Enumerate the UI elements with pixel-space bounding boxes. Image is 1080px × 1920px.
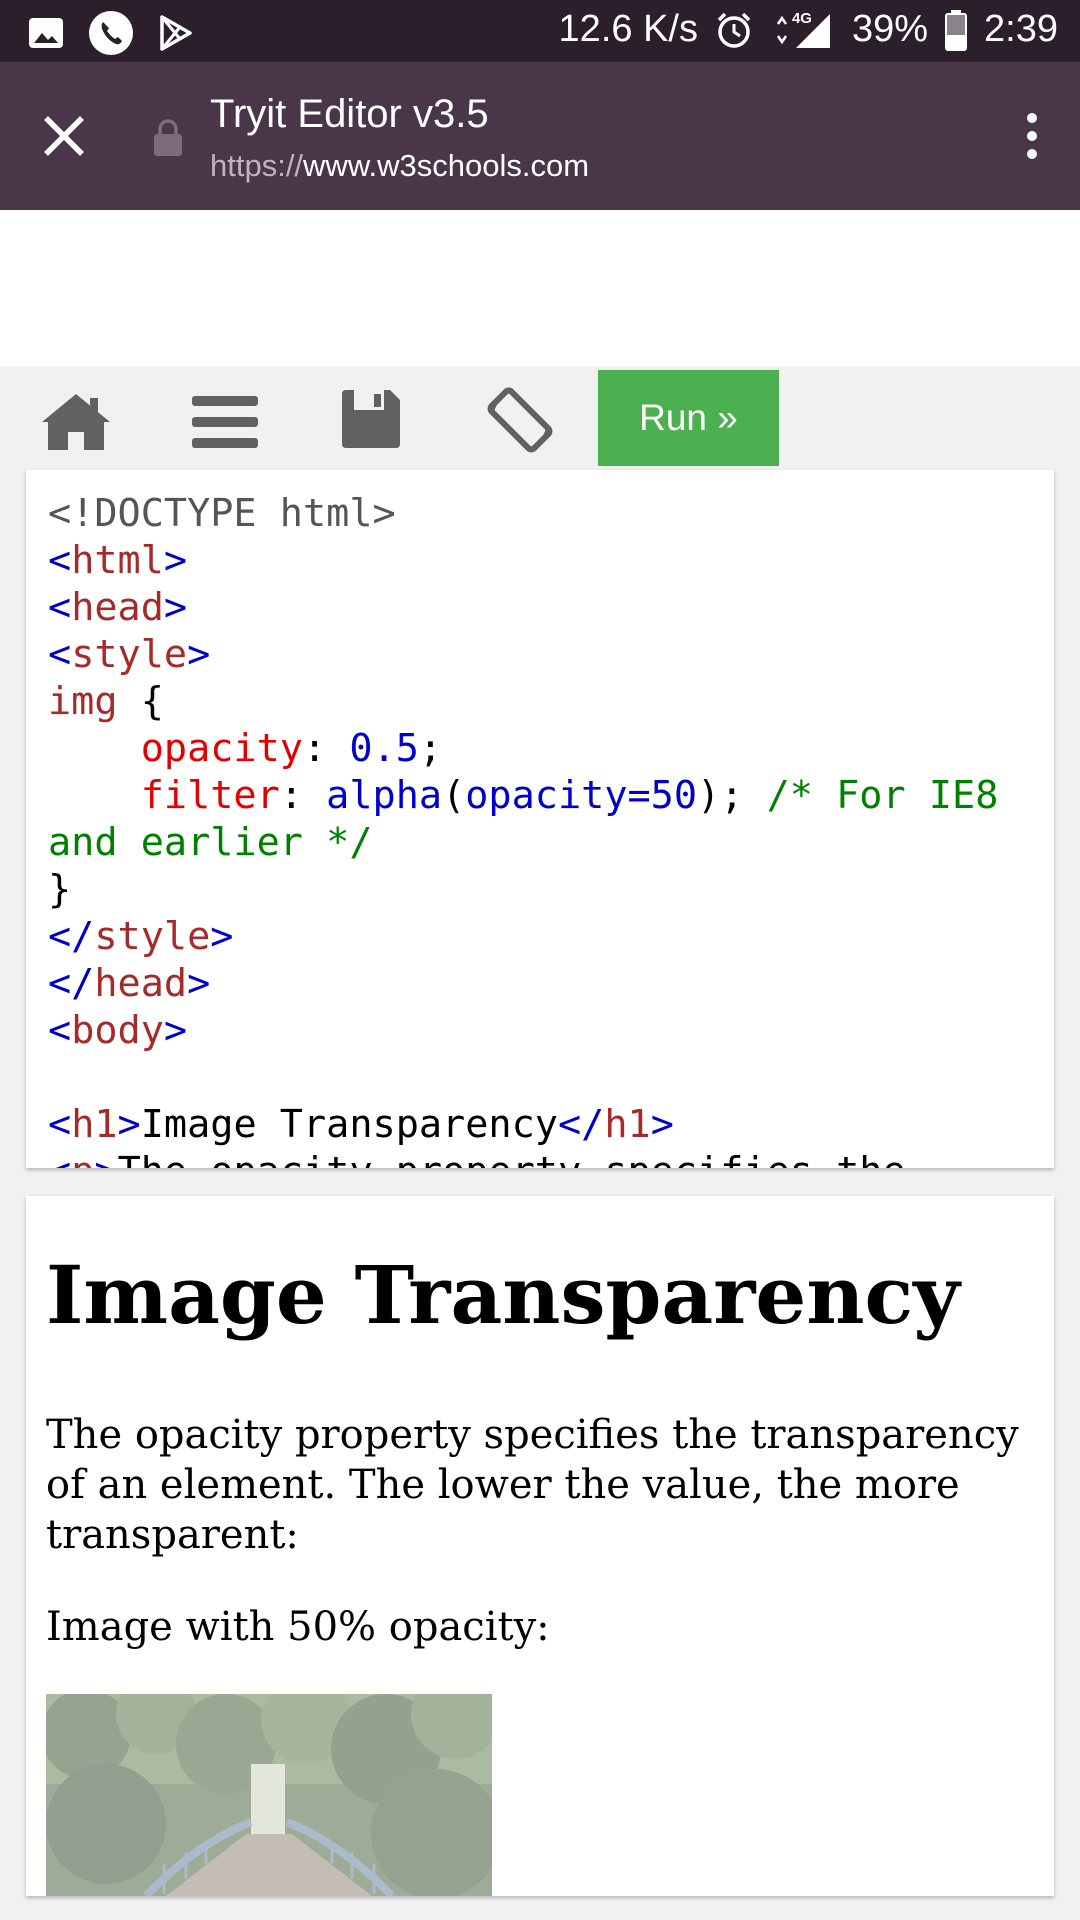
url-scheme: https:// bbox=[210, 148, 304, 183]
code-token: html bbox=[71, 538, 164, 583]
code-token: </ bbox=[557, 1102, 605, 1147]
code-token: filter bbox=[140, 773, 280, 818]
cellular-signal-icon: 4G bbox=[770, 10, 836, 50]
code-token: ; bbox=[418, 726, 443, 771]
forest-bridge-image bbox=[46, 1694, 492, 1896]
editor-toolbar: Run » bbox=[0, 366, 1080, 470]
code-token: alpha bbox=[326, 773, 443, 818]
phone-call-icon bbox=[88, 10, 134, 56]
clock: 2:39 bbox=[984, 8, 1058, 50]
code-token: < bbox=[48, 538, 72, 583]
alarm-icon bbox=[714, 10, 754, 50]
code-token: > bbox=[187, 632, 211, 677]
code-token: < bbox=[48, 1149, 71, 1168]
code-token: </ bbox=[48, 961, 95, 1006]
play-store-icon bbox=[156, 13, 196, 53]
overflow-menu-icon[interactable] bbox=[1020, 112, 1044, 160]
code-token: > bbox=[210, 914, 234, 959]
code-token: < bbox=[48, 632, 72, 677]
code-token: head bbox=[71, 585, 164, 630]
code-token: h1 bbox=[604, 1102, 651, 1147]
code-token: > bbox=[163, 585, 188, 630]
ad-space bbox=[0, 210, 1080, 366]
lock-icon bbox=[152, 118, 184, 162]
code-editor[interactable]: <!DOCTYPE html> <html> <head> <style> im… bbox=[26, 470, 1054, 1168]
result-heading: Image Transparency bbox=[46, 1248, 960, 1342]
save-icon[interactable] bbox=[340, 388, 402, 454]
code-token: : bbox=[279, 773, 327, 818]
code-token: 0.5 bbox=[349, 726, 419, 771]
code-token: > bbox=[94, 1149, 117, 1168]
result-paragraph: The opacity property specifies the trans… bbox=[46, 1412, 1019, 1558]
code-token: { bbox=[117, 679, 164, 724]
code-token: /* For IE8 bbox=[766, 773, 999, 818]
network-speed: 12.6 K/s bbox=[558, 8, 698, 50]
code-text[interactable]: <!DOCTYPE html> <html> <head> <style> im… bbox=[48, 490, 998, 1168]
code-token: Image Transparency bbox=[140, 1102, 558, 1147]
code-token: < bbox=[48, 585, 72, 630]
code-token: > bbox=[650, 1102, 674, 1147]
code-token: body bbox=[71, 1008, 164, 1053]
page-title: Tryit Editor v3.5 bbox=[210, 92, 489, 136]
result-preview: Image Transparency The opacity property … bbox=[26, 1196, 1054, 1896]
code-token: img bbox=[48, 679, 118, 724]
code-token: > bbox=[163, 1008, 188, 1053]
code-token: < bbox=[48, 1008, 72, 1053]
code-token: opacity bbox=[140, 726, 303, 771]
run-button[interactable]: Run » bbox=[598, 370, 779, 466]
url-host: www.w3schools.com bbox=[303, 148, 590, 183]
code-token: style bbox=[94, 914, 211, 959]
code-token: > bbox=[163, 538, 188, 583]
code-token: < bbox=[48, 1102, 72, 1147]
battery-percent: 39% bbox=[851, 8, 929, 50]
code-token: The opacity property specifies the bbox=[118, 1149, 906, 1168]
code-token: p bbox=[71, 1149, 94, 1168]
code-token: : bbox=[302, 726, 350, 771]
battery-icon bbox=[944, 9, 968, 51]
code-token: ( bbox=[442, 773, 466, 818]
hamburger-menu-icon[interactable] bbox=[192, 394, 258, 454]
url-bar[interactable]: https://www.w3schools.com bbox=[210, 148, 589, 184]
code-token: opacity=50 bbox=[465, 773, 698, 818]
code-token: style bbox=[71, 632, 188, 677]
code-token: > bbox=[117, 1102, 141, 1147]
browser-toolbar: Tryit Editor v3.5 https://www.w3schools.… bbox=[0, 62, 1080, 210]
code-token: and earlier */ bbox=[48, 820, 373, 865]
rotate-screen-icon[interactable] bbox=[482, 382, 558, 462]
status-bar: 12.6 K/s 4G 39% 2:39 bbox=[0, 0, 1080, 62]
image-notification-icon bbox=[26, 13, 66, 53]
code-token: head bbox=[94, 961, 188, 1006]
close-icon[interactable] bbox=[40, 112, 88, 160]
code-token: } bbox=[48, 867, 72, 912]
code-token: h1 bbox=[71, 1102, 118, 1147]
home-icon[interactable] bbox=[40, 390, 112, 456]
code-token: ); bbox=[697, 773, 767, 818]
code-token: > bbox=[187, 961, 211, 1006]
code-line: <!DOCTYPE html> bbox=[48, 491, 396, 536]
network-type: 4G bbox=[791, 9, 812, 27]
result-caption: Image with 50% opacity: bbox=[46, 1604, 550, 1650]
code-token: </ bbox=[48, 914, 95, 959]
